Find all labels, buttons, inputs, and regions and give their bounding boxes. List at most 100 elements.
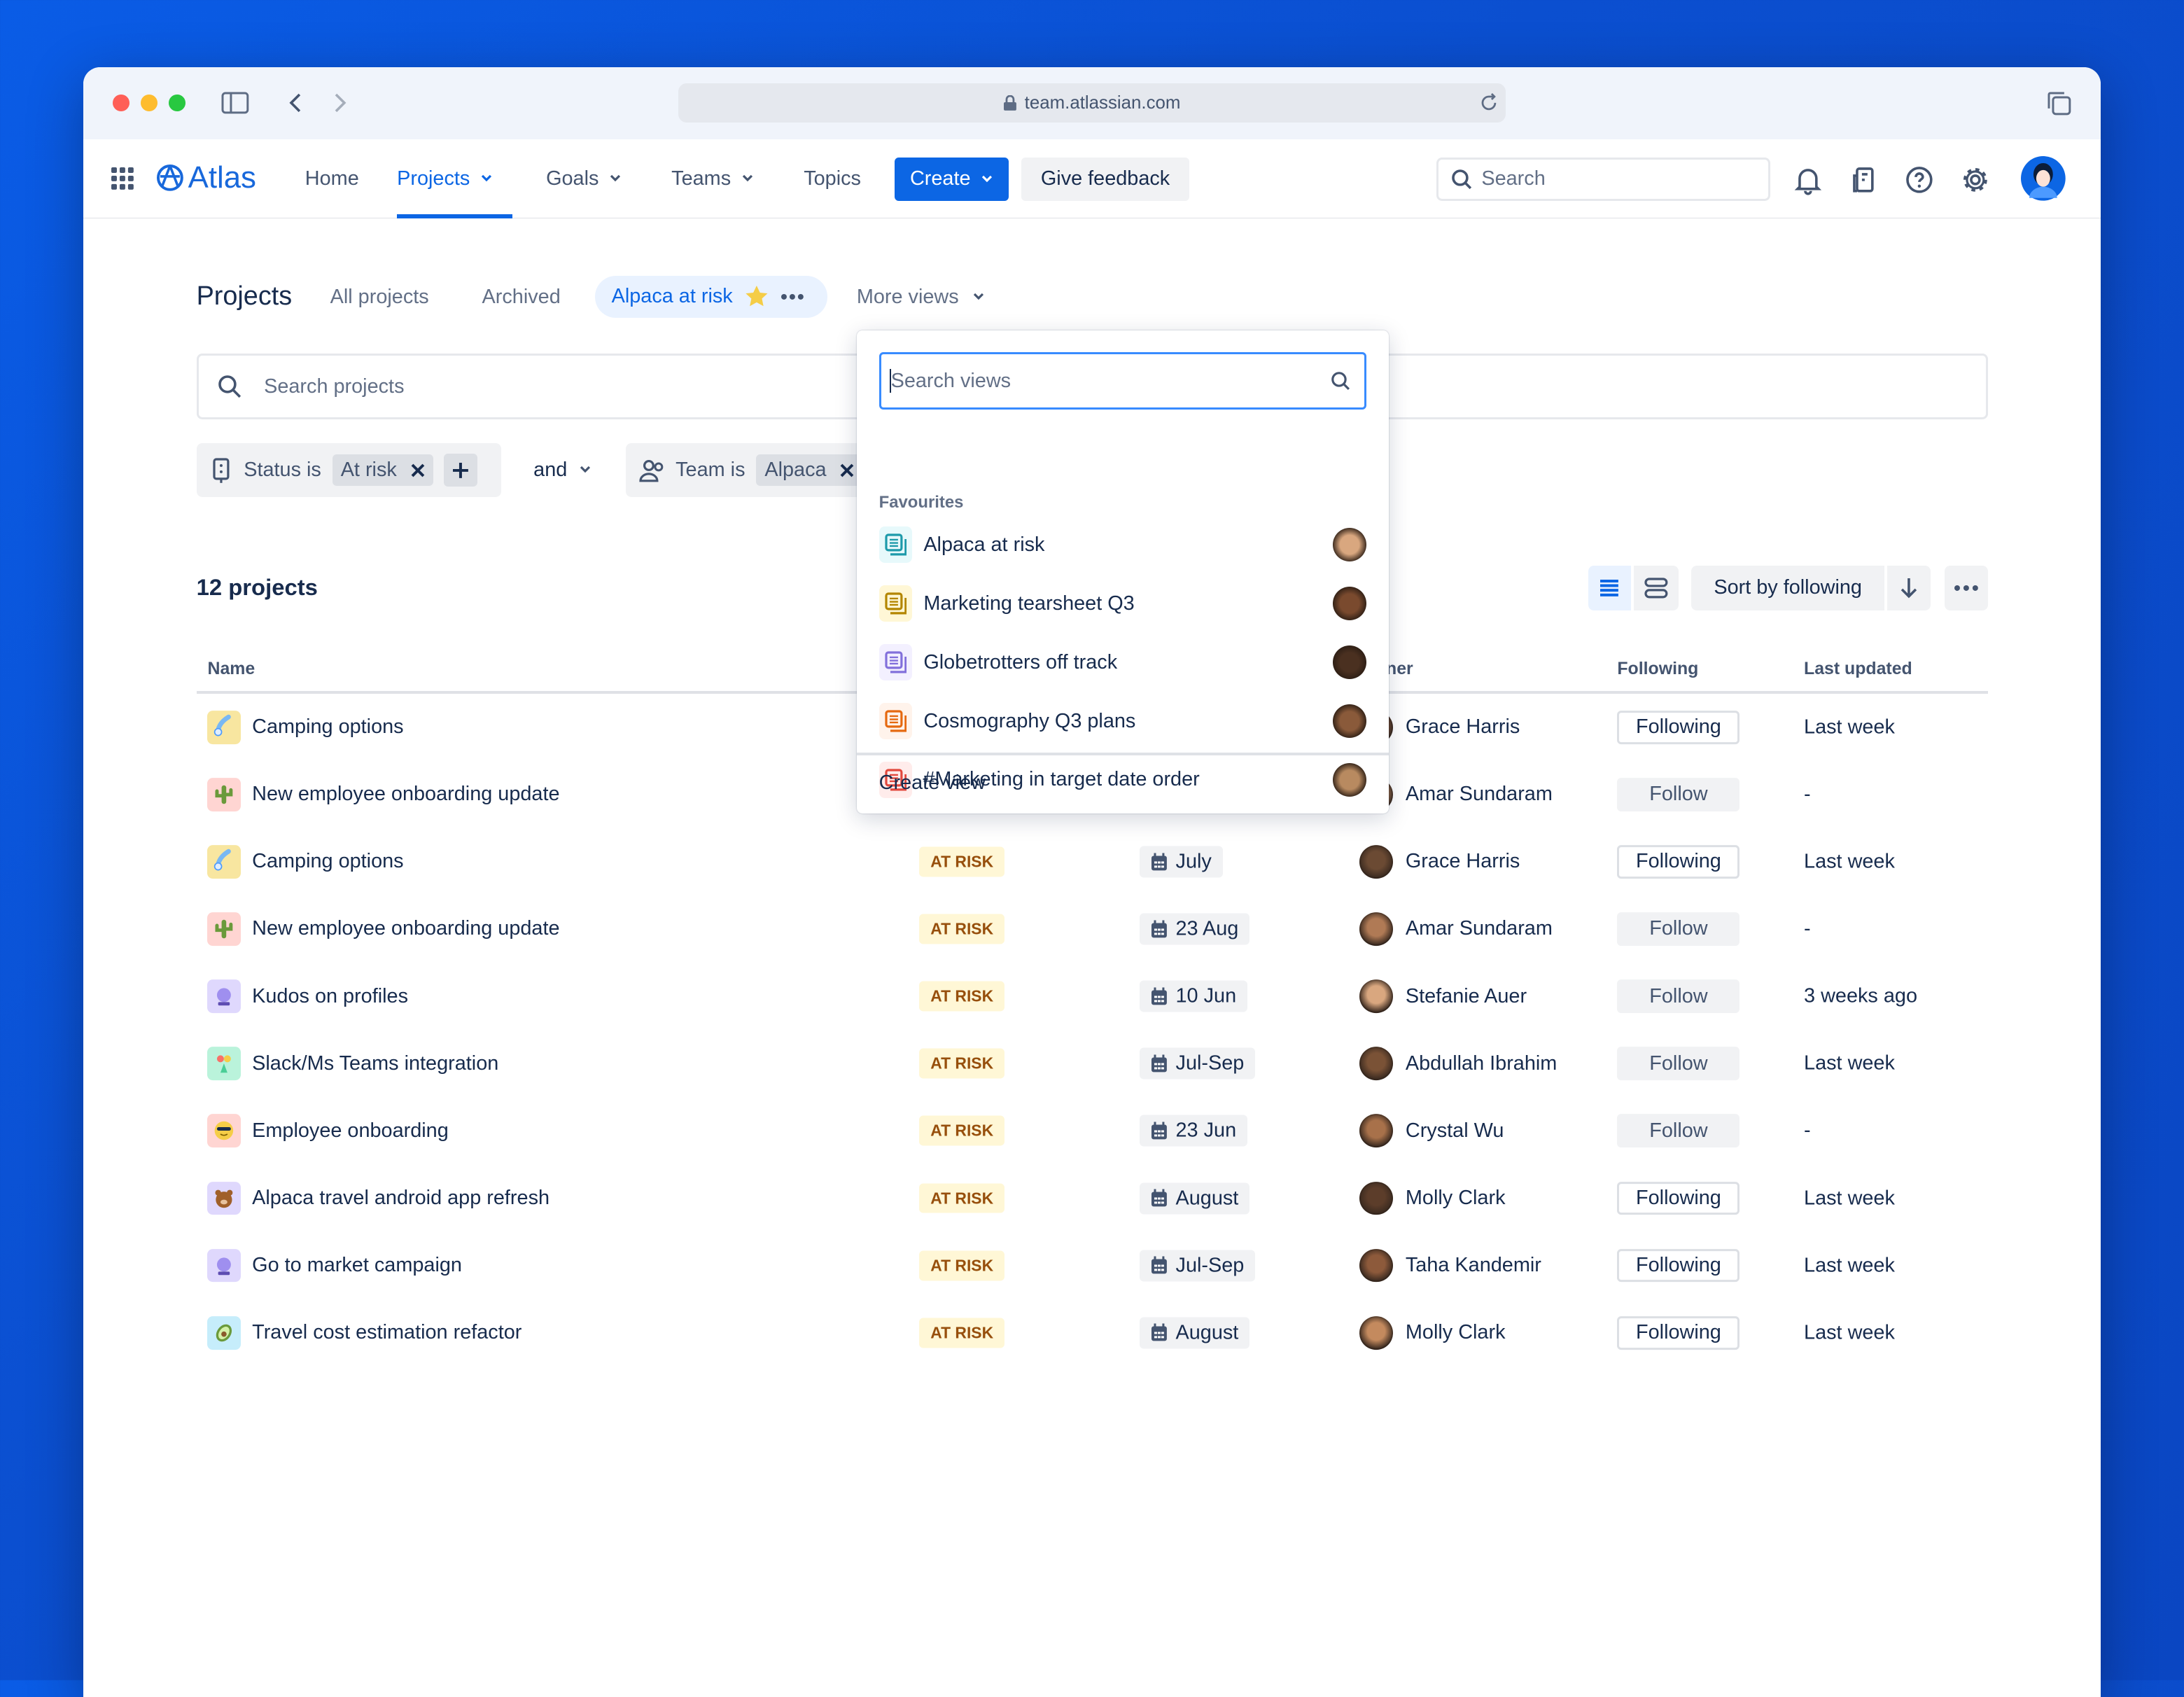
search-views-input[interactable]: Search views bbox=[878, 352, 1367, 410]
table-row[interactable]: Alpaca travel android app refresh AT RISK… bbox=[197, 1165, 1988, 1232]
target-date[interactable]: 23 Jun bbox=[1139, 1115, 1248, 1147]
create-view-item[interactable]: Create view bbox=[879, 771, 986, 795]
more-views-dropdown[interactable]: More views bbox=[857, 286, 984, 309]
column-header-last-updated[interactable]: Last updated bbox=[1804, 659, 1912, 679]
follow-button[interactable]: Following bbox=[1617, 710, 1740, 744]
app-switcher-icon[interactable] bbox=[111, 167, 134, 190]
reload-icon[interactable] bbox=[1479, 93, 1499, 113]
project-name[interactable]: New employee onboarding update bbox=[252, 918, 559, 941]
column-header-following[interactable]: Following bbox=[1617, 659, 1698, 679]
project-name[interactable]: Kudos on profiles bbox=[252, 985, 408, 1008]
close-window-button[interactable] bbox=[113, 95, 130, 112]
column-header-name[interactable]: Name bbox=[208, 659, 255, 679]
target-date[interactable]: 10 Jun bbox=[1139, 980, 1248, 1012]
view-item[interactable]: Alpaca at risk bbox=[878, 519, 1367, 570]
star-icon[interactable] bbox=[744, 284, 769, 309]
status-filter-chip[interactable]: Status is At risk bbox=[196, 442, 502, 498]
back-icon[interactable] bbox=[287, 92, 304, 114]
target-date[interactable]: Jul-Sep bbox=[1139, 1250, 1256, 1282]
tab-alpaca-at-risk[interactable]: Alpaca at risk bbox=[594, 276, 828, 318]
timeline-view-button[interactable] bbox=[1634, 565, 1679, 610]
view-item[interactable]: Cosmography Q3 plans bbox=[878, 696, 1367, 746]
maximize-window-button[interactable] bbox=[168, 95, 186, 112]
project-name[interactable]: Camping options bbox=[252, 715, 403, 739]
nav-item-goals[interactable]: Goals bbox=[546, 167, 621, 190]
filter-conjunction-dropdown[interactable]: and bbox=[533, 459, 591, 482]
project-name-cell[interactable]: Employee onboarding bbox=[207, 1114, 449, 1148]
owner-cell[interactable]: Amar Sundaram bbox=[1359, 912, 1553, 946]
project-name-cell[interactable]: Slack/Ms Teams integration bbox=[207, 1047, 498, 1081]
nav-item-topics[interactable]: Topics bbox=[804, 167, 861, 190]
global-search-input[interactable]: Search bbox=[1436, 157, 1771, 201]
follow-button[interactable]: Follow bbox=[1617, 778, 1740, 811]
project-name-cell[interactable]: Travel cost estimation refactor bbox=[207, 1315, 522, 1350]
table-row[interactable]: Travel cost estimation refactor AT RISK Au… bbox=[197, 1299, 1988, 1367]
help-icon[interactable] bbox=[1904, 165, 1935, 195]
target-date[interactable]: Jul-Sep bbox=[1139, 1047, 1256, 1080]
address-bar[interactable]: team.atlassian.com bbox=[678, 83, 1506, 123]
owner-cell[interactable]: Taha Kandemir bbox=[1359, 1248, 1541, 1283]
target-date[interactable]: August bbox=[1139, 1182, 1250, 1215]
tab-archived[interactable]: Archived bbox=[482, 286, 561, 309]
target-date[interactable]: 23 Aug bbox=[1139, 913, 1250, 945]
project-name-cell[interactable]: New employee onboarding update bbox=[207, 912, 560, 946]
atlas-logo[interactable]: Atlas bbox=[156, 160, 256, 195]
view-item[interactable]: Globetrotters off track bbox=[878, 637, 1367, 687]
project-name-cell[interactable]: Camping options bbox=[207, 710, 404, 744]
owner-cell[interactable]: Grace Harris bbox=[1359, 845, 1520, 879]
table-row[interactable]: New employee onboarding update AT RISK 23 … bbox=[197, 895, 1988, 963]
follow-button[interactable]: Following bbox=[1617, 1181, 1740, 1215]
owner-cell[interactable]: Molly Clark bbox=[1359, 1181, 1506, 1215]
project-name-cell[interactable]: Camping options bbox=[207, 845, 404, 879]
whats-new-icon[interactable] bbox=[1849, 165, 1879, 195]
project-name-cell[interactable]: Alpaca travel android app refresh bbox=[207, 1181, 550, 1215]
owner-cell[interactable]: Molly Clark bbox=[1359, 1315, 1506, 1350]
project-name[interactable]: Go to market campaign bbox=[252, 1254, 462, 1277]
more-actions-button[interactable] bbox=[1945, 565, 1988, 610]
follow-button[interactable]: Following bbox=[1617, 1248, 1740, 1283]
project-name-cell[interactable]: New employee onboarding update bbox=[207, 778, 560, 811]
table-row[interactable]: Slack/Ms Teams integration AT RISK Jul-Sep… bbox=[197, 1031, 1988, 1098]
follow-button[interactable]: Following bbox=[1617, 845, 1740, 879]
view-item[interactable]: Marketing tearsheet Q3 bbox=[878, 578, 1367, 629]
notifications-bell-icon[interactable] bbox=[1793, 165, 1823, 195]
give-feedback-button[interactable]: Give feedback bbox=[1021, 157, 1190, 201]
follow-button[interactable]: Follow bbox=[1617, 1047, 1740, 1081]
nav-item-projects[interactable]: Projects bbox=[397, 167, 492, 190]
minimize-window-button[interactable] bbox=[140, 95, 158, 112]
follow-button[interactable]: Follow bbox=[1617, 979, 1740, 1014]
table-row[interactable]: Kudos on profiles AT RISK 10 Jun Stefanie A… bbox=[197, 963, 1988, 1030]
sort-button[interactable]: Sort by following bbox=[1690, 565, 1885, 610]
sort-direction-button[interactable] bbox=[1887, 565, 1931, 610]
sidebar-toggle-icon[interactable] bbox=[221, 92, 249, 114]
project-name[interactable]: Travel cost estimation refactor bbox=[252, 1321, 522, 1344]
nav-item-teams[interactable]: Teams bbox=[671, 167, 753, 190]
owner-cell[interactable]: Crystal Wu bbox=[1359, 1114, 1504, 1148]
tabs-overview-icon[interactable] bbox=[2046, 90, 2071, 116]
project-name[interactable]: Slack/Ms Teams integration bbox=[252, 1052, 498, 1075]
more-options-icon[interactable] bbox=[780, 293, 805, 301]
table-row[interactable]: Employee onboarding AT RISK 23 Jun Crystal … bbox=[197, 1098, 1988, 1165]
project-name[interactable]: Employee onboarding bbox=[252, 1119, 449, 1143]
user-avatar[interactable] bbox=[2021, 155, 2066, 201]
list-view-button[interactable] bbox=[1588, 565, 1632, 610]
settings-gear-icon[interactable] bbox=[1960, 165, 1991, 195]
owner-cell[interactable]: Stefanie Auer bbox=[1359, 979, 1527, 1014]
follow-button[interactable]: Following bbox=[1617, 1315, 1740, 1350]
project-name[interactable]: New employee onboarding update bbox=[252, 783, 559, 806]
create-button[interactable]: Create bbox=[894, 157, 1009, 201]
tab-all-projects[interactable]: All projects bbox=[330, 286, 429, 309]
table-row[interactable]: Go to market campaign AT RISK Jul-Sep Taha … bbox=[197, 1232, 1988, 1299]
follow-button[interactable]: Follow bbox=[1617, 1114, 1740, 1148]
remove-filter-icon[interactable] bbox=[840, 463, 854, 477]
follow-button[interactable]: Follow bbox=[1617, 912, 1740, 946]
nav-item-home[interactable]: Home bbox=[305, 167, 359, 190]
target-date[interactable]: July bbox=[1139, 846, 1223, 878]
project-name[interactable]: Camping options bbox=[252, 850, 403, 873]
remove-filter-icon[interactable] bbox=[411, 463, 425, 477]
table-row[interactable]: Camping options AT RISK July Grace Harris Fo… bbox=[197, 828, 1988, 895]
project-name-cell[interactable]: Kudos on profiles bbox=[207, 979, 408, 1014]
column-header-owner[interactable]: ner bbox=[1386, 659, 1413, 679]
target-date[interactable]: August bbox=[1139, 1317, 1250, 1349]
forward-icon[interactable] bbox=[332, 92, 349, 114]
